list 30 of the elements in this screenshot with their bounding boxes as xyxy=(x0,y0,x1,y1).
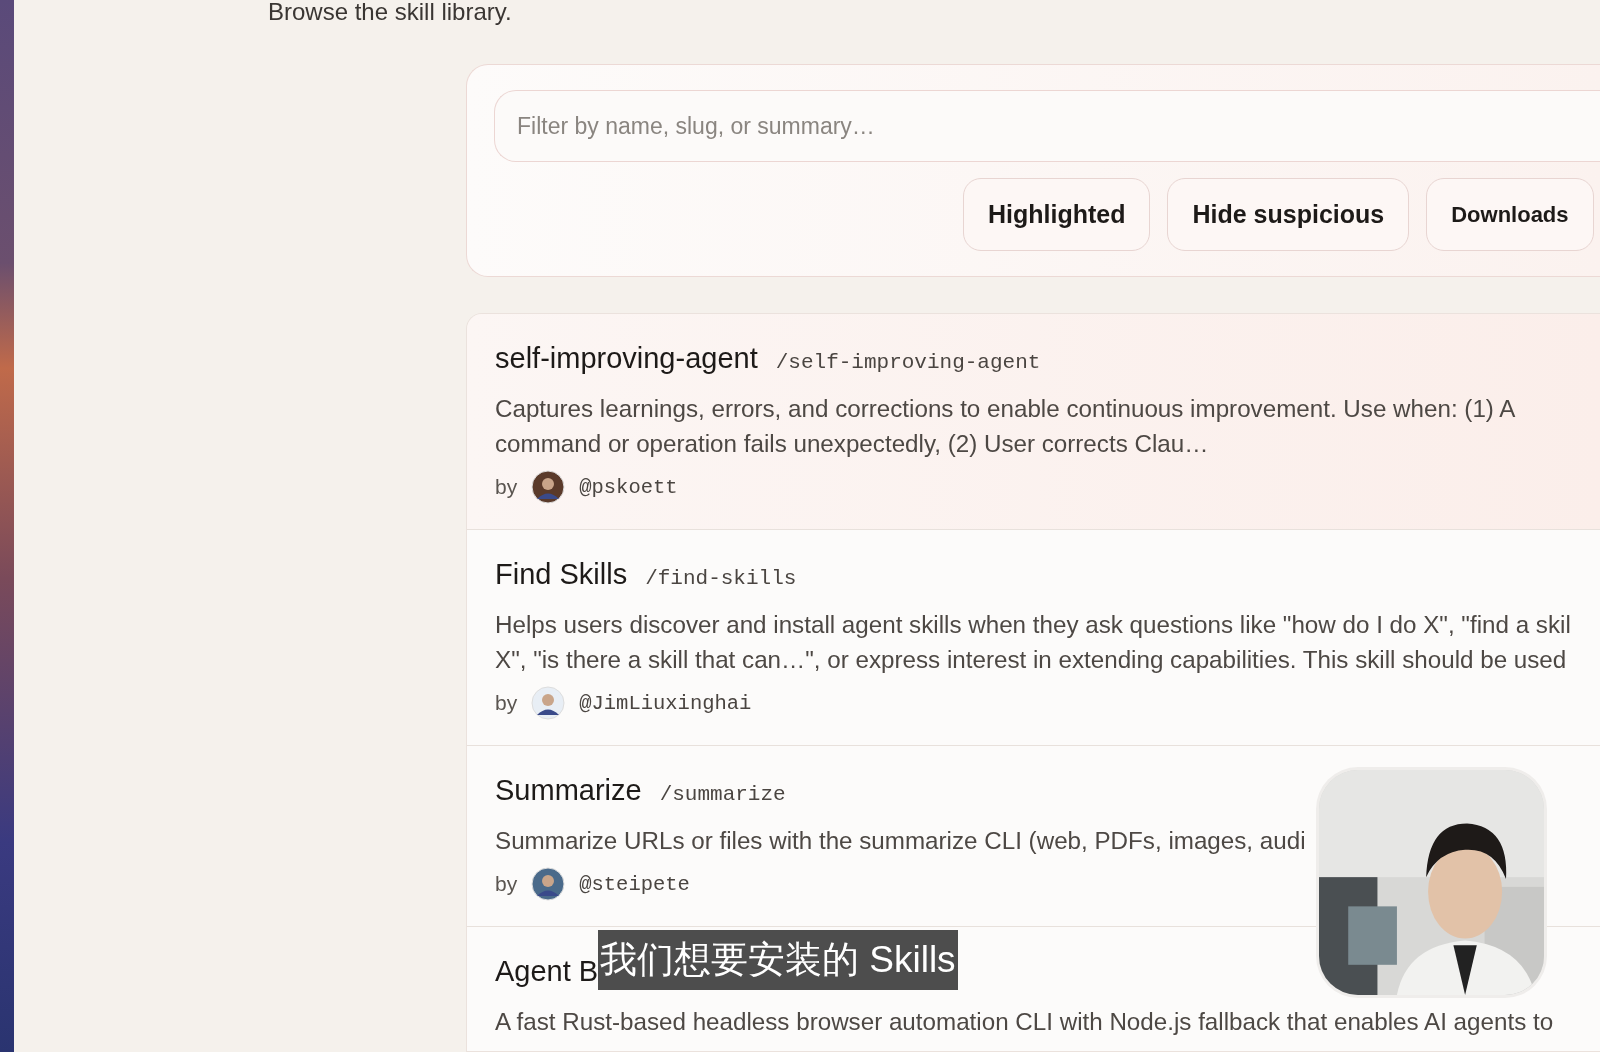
skill-summary: A fast Rust-based headless browser automation CLI with Node.js fallback that enables AI agents to xyxy=(495,1007,1555,1037)
skill-summary: Helps users discover and install agent skills when they ask questions like "how do I do X", "find a skil xyxy=(495,610,1572,640)
skill-slug: /find-skills xyxy=(645,567,797,590)
author-handle[interactable]: @steipete xyxy=(579,872,690,896)
subtitle-overlay: 我们想要安装的 Skills xyxy=(598,930,958,990)
avatar xyxy=(531,867,566,901)
by-label: by xyxy=(495,475,518,499)
skill-slug: /summarize xyxy=(659,783,786,806)
avatar xyxy=(531,470,566,504)
filter-button[interactable]: Highlighted xyxy=(963,178,1151,251)
filter-field[interactable]: Filter by name, slug, or summary… xyxy=(494,90,1600,162)
author-handle[interactable]: @pskoett xyxy=(579,475,678,499)
skill-summary: Summarize URLs or files with the summarize CLI (web, PDFs, images, audi xyxy=(495,826,1307,856)
skill-row[interactable] xyxy=(467,530,1600,746)
by-label: by xyxy=(495,872,518,896)
skill-name: Summarize xyxy=(495,774,642,807)
skill-name: Agent B xyxy=(495,955,599,988)
skill-summary: X", "is there a skill that can…", or express interest in extending capabilities. This skill should be used xyxy=(495,645,1568,675)
filter-button[interactable]: Downloads xyxy=(1426,178,1594,251)
skill-summary: Captures learnings, errors, and corrections to enable continuous improvement. Use when: (1) A xyxy=(495,394,1517,424)
by-label: by xyxy=(495,691,518,715)
author-handle[interactable]: @JimLiuxinghai xyxy=(579,691,752,715)
skill-summary: command or operation fails unexpectedly, (2) User corrects Clau… xyxy=(495,429,1210,459)
page-subtitle: Browse the skill library. xyxy=(268,0,513,24)
skill-name: self-improving-agent xyxy=(495,342,758,375)
skill-name: Find Skills xyxy=(495,558,628,591)
avatar xyxy=(531,686,566,720)
skill-row[interactable] xyxy=(467,314,1600,530)
filter-button[interactable]: Hide suspicious xyxy=(1167,178,1410,251)
skill-slug: /self-improving-agent xyxy=(775,351,1041,374)
